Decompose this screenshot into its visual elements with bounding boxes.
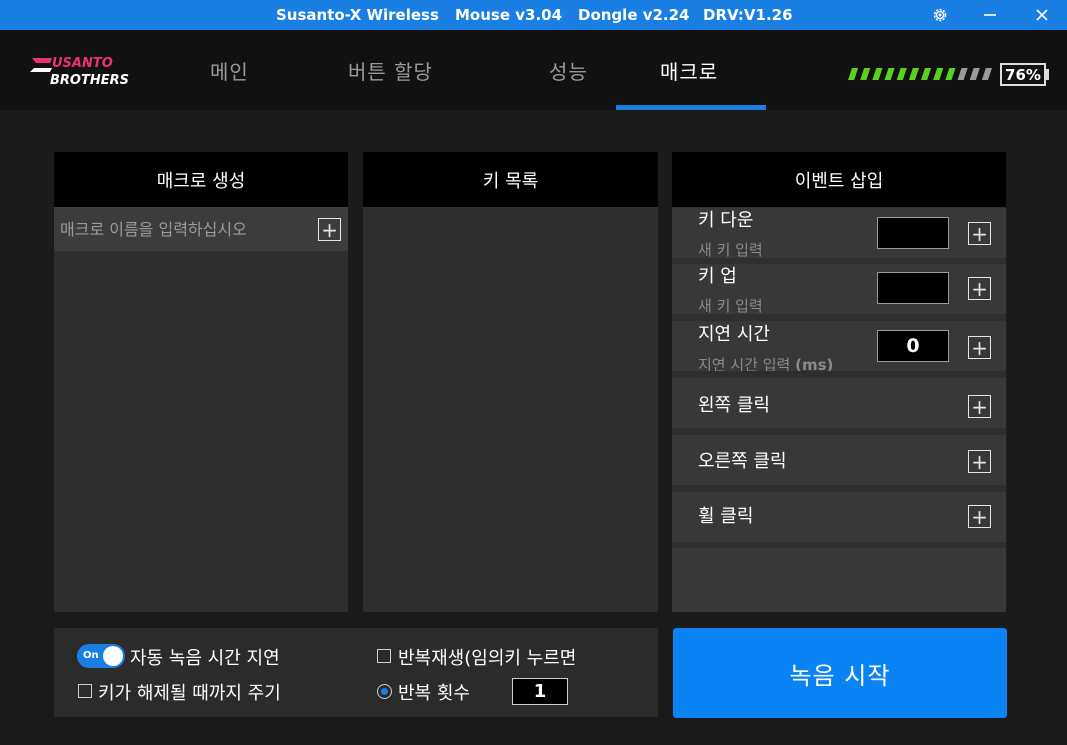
close-icon	[1036, 9, 1048, 21]
add-macro-button[interactable]: +	[318, 218, 341, 241]
battery-segment	[921, 68, 932, 80]
key-down-input[interactable]	[877, 217, 949, 249]
tab-button-assign[interactable]: 버튼 할당	[348, 56, 433, 85]
event-title: 오른쪽 클릭	[698, 451, 787, 472]
plus-icon: +	[971, 504, 988, 529]
delay-subtitle-text: 지연 시간 입력	[698, 356, 791, 371]
battery-segment	[896, 68, 907, 80]
event-row-left-click: 왼쪽 클릭 +	[672, 378, 1006, 428]
until-release-label: 키가 해제될 때까지 주기	[98, 683, 281, 704]
battery-indicator: 76%	[1000, 63, 1046, 86]
plus-icon: +	[321, 217, 338, 242]
driver-version: DRV:V1.26	[703, 6, 793, 24]
battery-segment	[860, 68, 871, 80]
svg-text:USANTO: USANTO	[52, 56, 113, 71]
repeat-any-key-checkbox[interactable]	[377, 649, 391, 663]
event-title: 왼쪽 클릭	[698, 395, 770, 416]
battery-level-bars	[848, 68, 992, 80]
event-title: 휠 클릭	[698, 506, 754, 527]
battery-segment	[957, 68, 968, 80]
plus-icon: +	[971, 335, 988, 360]
header: USANTO BROTHERS 메인 버튼 할당 성능 매크로 76%	[0, 30, 1067, 110]
event-subtitle: 새 키 입력	[698, 241, 763, 258]
key-up-input[interactable]	[877, 272, 949, 304]
settings-button[interactable]	[920, 0, 960, 30]
tab-macro[interactable]: 매크로	[660, 56, 718, 85]
event-subtitle: 지연 시간 입력 (ms)	[698, 354, 833, 371]
close-button[interactable]	[1022, 0, 1062, 30]
app-name: Susanto-X Wireless	[276, 6, 439, 24]
plus-icon: +	[971, 221, 988, 246]
dongle-version: Dongle v2.24	[578, 6, 690, 24]
event-row-wheel-click: 휠 클릭 +	[672, 492, 1006, 542]
event-title: 키 다운	[698, 210, 754, 231]
plus-icon: +	[971, 276, 988, 301]
key-list-panel: 키 목록	[363, 152, 658, 612]
event-insert-panel: 이벤트 삽입 키 다운 새 키 입력 + 키 업 새 키 입력 + 지연 시간 …	[672, 152, 1006, 612]
until-release-checkbox[interactable]	[78, 684, 92, 698]
macro-create-panel: 매크로 생성 +	[54, 152, 348, 612]
key-list-header: 키 목록	[363, 152, 658, 207]
battery-percent: 76%	[1005, 65, 1041, 84]
toggle-knob	[103, 646, 123, 666]
battery-segment	[981, 68, 992, 80]
radio-dot	[381, 688, 388, 695]
event-row-key-up: 키 업 새 키 입력 +	[672, 264, 1006, 314]
start-recording-button[interactable]: 녹음 시작	[673, 628, 1007, 718]
toggle-label: On	[83, 650, 99, 661]
repeat-count-input[interactable]: 1	[512, 678, 568, 705]
brand-logo: USANTO BROTHERS	[30, 52, 140, 88]
gear-icon	[933, 8, 947, 22]
tab-performance[interactable]: 성능	[549, 56, 588, 85]
auto-delay-toggle[interactable]: On	[77, 644, 125, 668]
macro-name-input[interactable]	[60, 215, 310, 243]
battery-segment	[848, 68, 859, 80]
plus-icon: +	[971, 449, 988, 474]
macro-options-panel: On 자동 녹음 시간 지연 키가 해제될 때까지 주기 반복재생(임의키 누르…	[54, 628, 658, 717]
tab-main[interactable]: 메인	[210, 56, 249, 85]
add-wheel-click-button[interactable]: +	[968, 505, 991, 528]
battery-segment	[872, 68, 883, 80]
macro-create-header: 매크로 생성	[54, 152, 348, 207]
add-left-click-button[interactable]: +	[968, 395, 991, 418]
event-title: 키 업	[698, 266, 737, 287]
event-row-delay: 지연 시간 지연 시간 입력 (ms) 0 +	[672, 321, 1006, 371]
delay-unit: (ms)	[795, 356, 834, 371]
repeat-count-label: 반복 횟수	[398, 683, 470, 704]
event-insert-header: 이벤트 삽입	[672, 152, 1006, 207]
repeat-count-radio[interactable]	[377, 684, 392, 699]
battery-segment	[945, 68, 956, 80]
event-row-key-down: 키 다운 새 키 입력 +	[672, 208, 1006, 258]
plus-icon: +	[971, 394, 988, 419]
event-title: 지연 시간	[698, 324, 770, 345]
add-right-click-button[interactable]: +	[968, 450, 991, 473]
battery-tip	[1045, 69, 1049, 80]
minimize-button[interactable]	[970, 0, 1010, 30]
event-subtitle: 새 키 입력	[698, 297, 763, 314]
auto-delay-label: 자동 녹음 시간 지연	[130, 648, 280, 669]
battery-segment	[908, 68, 919, 80]
battery-segment	[884, 68, 895, 80]
battery-segment	[933, 68, 944, 80]
title-bar: Susanto-X Wireless Mouse v3.04 Dongle v2…	[0, 0, 1067, 30]
add-delay-button[interactable]: +	[968, 336, 991, 359]
svg-text:BROTHERS: BROTHERS	[50, 73, 129, 88]
minimize-icon	[984, 14, 996, 16]
macro-name-row: +	[54, 207, 348, 251]
event-row-right-click: 오른쪽 클릭 +	[672, 435, 1006, 485]
mouse-version: Mouse v3.04	[455, 6, 563, 24]
start-recording-label: 녹음 시작	[789, 661, 891, 690]
active-tab-indicator	[616, 105, 766, 110]
delay-input[interactable]: 0	[877, 330, 949, 362]
event-row-empty	[672, 548, 1006, 612]
add-key-up-button[interactable]: +	[968, 277, 991, 300]
add-key-down-button[interactable]: +	[968, 222, 991, 245]
battery-segment	[969, 68, 980, 80]
repeat-any-key-label: 반복재생(임의키 누르면	[398, 648, 577, 669]
